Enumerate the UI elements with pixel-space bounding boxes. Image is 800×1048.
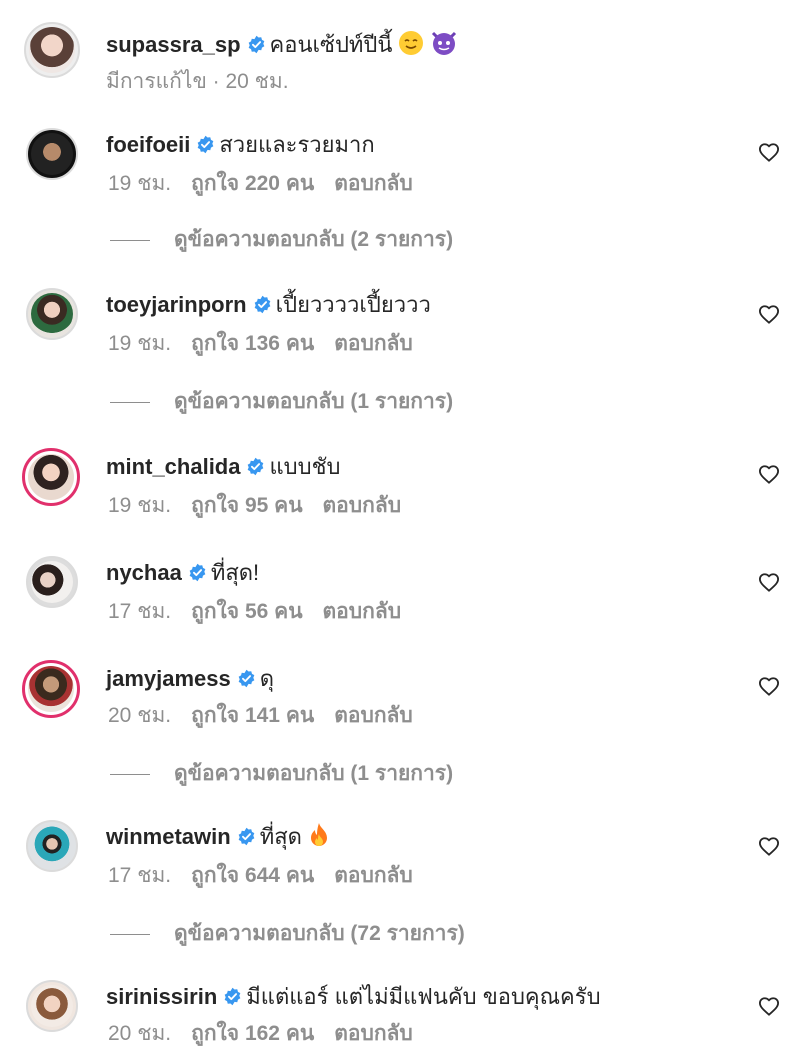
reply-button[interactable]: ตอบกลับ [323, 494, 402, 517]
like-heart-icon[interactable] [758, 676, 780, 696]
comment-time: 19 ชม. [108, 332, 172, 355]
avatar[interactable] [26, 128, 78, 180]
replies-divider [110, 401, 150, 403]
verified-badge-icon [254, 295, 270, 314]
reply-button[interactable]: ตอบกลับ [334, 332, 413, 355]
replies-divider [110, 773, 150, 775]
replies-divider [110, 933, 150, 935]
view-replies-button[interactable]: ดูข้อความตอบกลับ (72 รายการ) [110, 920, 465, 948]
likes-count[interactable]: ถูกใจ 141 คน [191, 704, 314, 727]
verified-badge-icon [198, 135, 214, 154]
smiling-face-icon [399, 31, 424, 55]
username[interactable]: supassra_sp [106, 32, 241, 57]
smiling-devil-icon [432, 31, 457, 55]
comment-text: มีแต่แอร์ แต่ไม่มีแฟนคับ ขอบคุณครับ [246, 984, 601, 1009]
comment-text: ดุ [259, 666, 275, 691]
comment-time: 20 ชม. [108, 704, 172, 727]
likes-count[interactable]: ถูกใจ 220 คน [191, 172, 314, 195]
view-replies-label: ดูข้อความตอบกลับ (1 รายการ) [174, 390, 454, 413]
username[interactable]: foeifoeii [106, 132, 190, 157]
comment-text: แบบชับ [269, 454, 341, 479]
avatar[interactable] [26, 288, 78, 340]
view-replies-label: ดูข้อความตอบกลับ (2 รายการ) [174, 228, 454, 251]
likes-count[interactable]: ถูกใจ 162 คน [191, 1022, 314, 1045]
comment-time: 19 ชม. [108, 172, 172, 195]
like-heart-icon[interactable] [758, 304, 780, 324]
view-replies-label: ดูข้อความตอบกลับ (72 รายการ) [174, 922, 465, 945]
caption-text: คอนเซ้ปท์ปีนี้ [269, 32, 393, 57]
edited-label: มีการแก้ไข · 20 ชม. [106, 70, 289, 93]
reply-button[interactable]: ตอบกลับ [323, 600, 402, 623]
likes-count[interactable]: ถูกใจ 56 คน [191, 600, 302, 623]
like-heart-icon[interactable] [758, 996, 780, 1016]
reply-button[interactable]: ตอบกลับ [334, 864, 413, 887]
verified-badge-icon [224, 987, 241, 1006]
view-replies-button[interactable]: ดูข้อความตอบกลับ (2 รายการ) [110, 226, 453, 254]
likes-count[interactable]: ถูกใจ 644 คน [191, 864, 314, 887]
like-heart-icon[interactable] [758, 142, 780, 162]
comment-time: 17 ชม. [108, 864, 172, 887]
fire-icon [310, 823, 327, 846]
like-heart-icon[interactable] [758, 464, 780, 484]
avatar-with-story-ring[interactable] [22, 448, 80, 506]
verified-badge-icon [248, 457, 264, 476]
avatar[interactable] [24, 22, 80, 78]
comment-text: สวยและรวยมาก [219, 132, 375, 157]
comment-text: ที่สุด! [210, 560, 260, 585]
verified-badge-icon [238, 827, 255, 846]
avatar[interactable] [26, 556, 78, 608]
username[interactable]: toeyjarinporn [106, 292, 247, 317]
like-heart-icon[interactable] [758, 836, 780, 856]
comment-text: เปี้ยววววเปี้ยววว [275, 292, 431, 317]
comment-time: 19 ชม. [108, 494, 172, 517]
avatar[interactable] [26, 820, 78, 872]
username[interactable]: sirinissirin [106, 984, 217, 1009]
avatar-with-story-ring[interactable] [22, 660, 80, 718]
verified-badge-icon [248, 35, 264, 54]
comment-time: 20 ชม. [108, 1022, 172, 1045]
comment-text: ที่สุด [259, 824, 302, 849]
likes-count[interactable]: ถูกใจ 136 คน [191, 332, 314, 355]
comment-time: 17 ชม. [108, 600, 172, 623]
reply-button[interactable]: ตอบกลับ [334, 172, 413, 195]
verified-badge-icon [189, 563, 206, 582]
avatar[interactable] [26, 980, 78, 1032]
view-replies-button[interactable]: ดูข้อความตอบกลับ (1 รายการ) [110, 388, 453, 416]
likes-count[interactable]: ถูกใจ 95 คน [191, 494, 302, 517]
like-heart-icon[interactable] [758, 572, 780, 592]
reply-button[interactable]: ตอบกลับ [334, 704, 413, 727]
verified-badge-icon [238, 669, 255, 688]
username[interactable]: jamyjamess [106, 666, 231, 691]
view-replies-label: ดูข้อความตอบกลับ (1 รายการ) [174, 762, 454, 785]
username[interactable]: mint_chalida [106, 454, 240, 479]
reply-button[interactable]: ตอบกลับ [334, 1022, 413, 1045]
replies-divider [110, 239, 150, 241]
view-replies-button[interactable]: ดูข้อความตอบกลับ (1 รายการ) [110, 760, 453, 788]
username[interactable]: nychaa [106, 560, 182, 585]
username[interactable]: winmetawin [106, 824, 231, 849]
